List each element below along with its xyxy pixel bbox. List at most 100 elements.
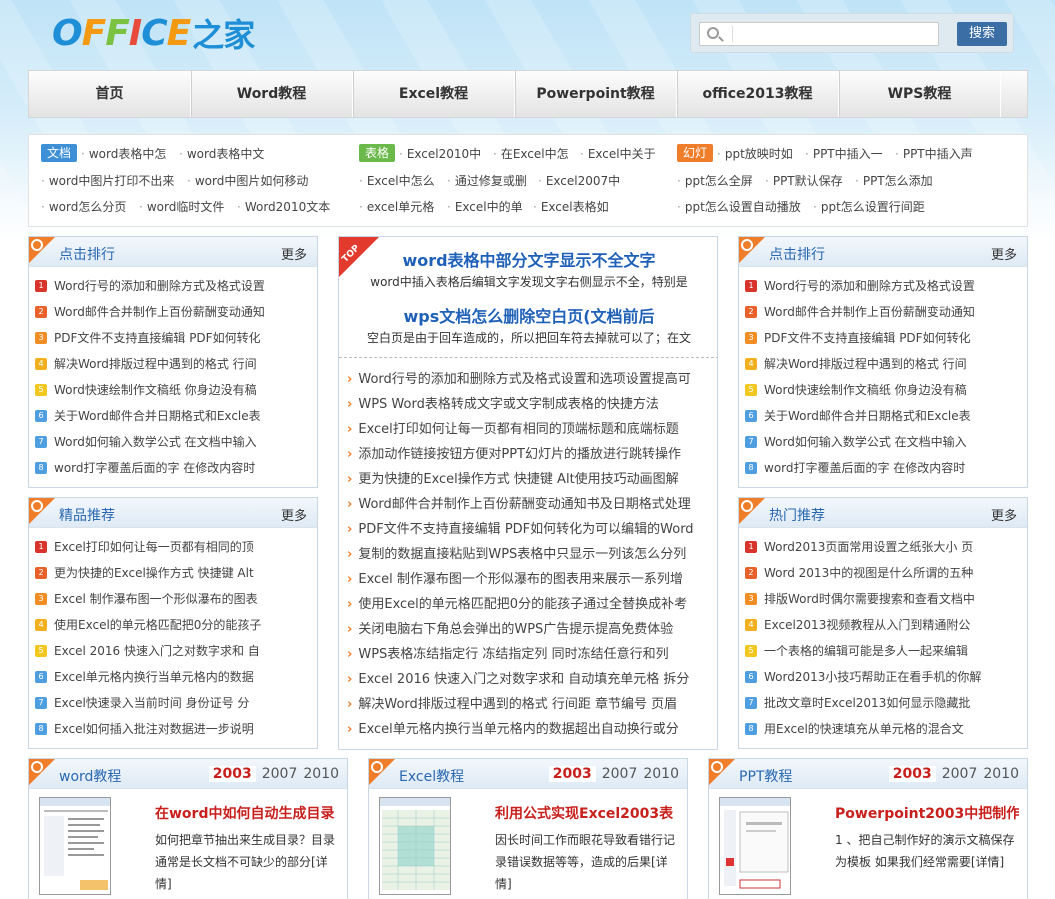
list-item[interactable]: 1 Word2013页面常用设置之纸张大小 页	[745, 534, 1027, 560]
list-item[interactable]: 1 Word行号的添加和删除方式及格式设置	[745, 273, 1027, 299]
tab-year[interactable]: 2007	[262, 766, 298, 782]
headline[interactable]: word表格中部分文字显示不全文字	[339, 247, 717, 271]
tag-link[interactable]: Excel2010中	[399, 145, 481, 162]
list-item[interactable]: 解决Word排版过程中遇到的格式 行间距 章节编号 页眉	[347, 692, 713, 717]
list-item[interactable]: 7 Excel快速录入当前时间 身份证号 分	[35, 690, 317, 716]
tag-link[interactable]: word中图片如何移动	[187, 172, 309, 189]
list-item[interactable]: 3 排版Word时偶尔需要搜索和查看文档中	[745, 586, 1027, 612]
article-title[interactable]: 利用公式实现Excel2003表	[495, 803, 679, 823]
list-item[interactable]: 6 Word2013小技巧帮助正在看手机的你解	[745, 664, 1027, 690]
list-item[interactable]: Excel单元格内换行当单元格内的数据超出自动换行或分	[347, 717, 713, 742]
list-item[interactable]: PDF文件不支持直接编辑 PDF如何转化为可以编辑的Word	[347, 517, 713, 542]
tag-link[interactable]: word怎么分页	[41, 198, 127, 215]
panel-title[interactable]: PPT教程	[739, 766, 792, 786]
more-link[interactable]: 更多	[991, 244, 1017, 263]
list-item[interactable]: 3 PDF文件不支持直接编辑 PDF如何转化	[745, 325, 1027, 351]
list-item[interactable]: WPS Word表格转成文字或文字制成表格的快捷方法	[347, 392, 713, 417]
list-item[interactable]: 7 Word如何输入数学公式 在文档中输入	[35, 429, 317, 455]
nav-office2013[interactable]: office2013教程	[677, 71, 839, 117]
tag-link[interactable]: Excel中的单	[447, 198, 523, 215]
list-item[interactable]: 8 word打字覆盖后面的字 在修改内容时	[745, 455, 1027, 481]
tag-link[interactable]: PPT怎么添加	[855, 172, 933, 189]
list-item[interactable]: Excel 2016 快速入门之对数字求和 自动填充单元格 拆分	[347, 667, 713, 692]
list-item[interactable]: 8 word打字覆盖后面的字 在修改内容时	[35, 455, 317, 481]
tab-year[interactable]: 2010	[983, 766, 1019, 782]
list-item[interactable]: 使用Excel的单元格匹配把0分的能孩子通过全替换成补考	[347, 592, 713, 617]
list-item[interactable]: 2 更为快捷的Excel操作方式 快捷键 Alt	[35, 560, 317, 586]
list-item[interactable]: 4 Excel2013视频教程从入门到精通附公	[745, 612, 1027, 638]
list-item[interactable]: 2 Word邮件合并制作上百份薪酬变动通知	[745, 299, 1027, 325]
list-item[interactable]: 4 解决Word排版过程中遇到的格式 行间	[35, 351, 317, 377]
tag-link[interactable]: ppt放映时如	[717, 145, 793, 162]
panel-title[interactable]: word教程	[59, 766, 121, 786]
list-item[interactable]: 3 PDF文件不支持直接编辑 PDF如何转化	[35, 325, 317, 351]
list-item[interactable]: 3 Excel 制作瀑布图一个形似瀑布的图表	[35, 586, 317, 612]
list-item[interactable]: Excel 制作瀑布图一个形似瀑布的图表用来展示一系列增	[347, 567, 713, 592]
list-item[interactable]: 4 解决Word排版过程中遇到的格式 行间	[745, 351, 1027, 377]
panel-title[interactable]: Excel教程	[399, 766, 464, 786]
tag-link[interactable]: PPT中插入声	[895, 145, 973, 162]
list-item[interactable]: 1 Word行号的添加和删除方式及格式设置	[35, 273, 317, 299]
tag-link[interactable]: word临时文件	[139, 198, 225, 215]
tag-link[interactable]: 在Excel中怎	[493, 145, 569, 162]
tab-year[interactable]: 2003	[888, 766, 936, 782]
tag-link[interactable]: PPT中插入一	[805, 145, 883, 162]
tag-link[interactable]: word中图片打印不出来	[41, 172, 175, 189]
tab-year[interactable]: 2003	[208, 766, 256, 782]
tab-year[interactable]: 2010	[303, 766, 339, 782]
search-button[interactable]: 搜索	[957, 22, 1007, 46]
tag-link[interactable]: ppt怎么设置行间距	[813, 198, 925, 215]
article-title[interactable]: 在word中如何自动生成目录	[155, 803, 339, 823]
tag-link[interactable]: 通过修复或删	[447, 172, 527, 189]
nav-excel[interactable]: Excel教程	[353, 71, 515, 117]
list-item[interactable]: 6 Excel单元格内换行当单元格内的数据	[35, 664, 317, 690]
search-input[interactable]	[699, 22, 939, 46]
list-item[interactable]: 复制的数据直接粘贴到WPS表格中只显示一列该怎么分列	[347, 542, 713, 567]
tab-year[interactable]: 2007	[942, 766, 978, 782]
badge-word[interactable]: 文档	[41, 144, 83, 162]
tab-year[interactable]: 2007	[602, 766, 638, 782]
list-item[interactable]: 5 一个表格的编辑可能是多人一起来编辑	[745, 638, 1027, 664]
list-item[interactable]: Excel打印如何让每一页都有相同的顶端标题和底端标题	[347, 417, 713, 442]
list-item[interactable]: 8 用Excel的快速填充从单元格的混合文	[745, 716, 1027, 742]
tag-link[interactable]: ppt怎么设置自动播放	[677, 198, 801, 215]
list-item[interactable]: 添加动作链接按钮方便对PPT幻灯片的播放进行跳转操作	[347, 442, 713, 467]
article-thumbnail[interactable]	[39, 797, 111, 895]
list-item[interactable]: 8 Excel如何插入批注对数据进一步说明	[35, 716, 317, 742]
tab-year[interactable]: 2010	[643, 766, 679, 782]
tag-link[interactable]: word表格中怎	[81, 145, 167, 162]
tag-link[interactable]: Word2010文本	[237, 198, 330, 215]
list-item[interactable]: 7 批改文章时Excel2013如何显示隐藏批	[745, 690, 1027, 716]
list-item[interactable]: 6 关于Word邮件合并日期格式和Excle表	[745, 403, 1027, 429]
list-item[interactable]: Word行号的添加和删除方式及格式设置和选项设置提高可	[347, 367, 713, 392]
list-item[interactable]: WPS表格冻结指定行 冻结指定列 同时冻结任意行和列	[347, 642, 713, 667]
nav-word[interactable]: Word教程	[191, 71, 353, 117]
list-item[interactable]: 5 Word快速绘制作文稿纸 你身边没有稿	[35, 377, 317, 403]
tag-link[interactable]: PPT默认保存	[765, 172, 843, 189]
list-item[interactable]: 更为快捷的Excel操作方式 快捷键 Alt使用技巧动画图解	[347, 467, 713, 492]
article-thumbnail[interactable]	[379, 797, 451, 895]
nav-home[interactable]: 首页	[29, 71, 191, 117]
tag-link[interactable]: Excel中关于	[580, 145, 656, 162]
list-item[interactable]: 5 Word快速绘制作文稿纸 你身边没有稿	[745, 377, 1027, 403]
list-item[interactable]: 6 关于Word邮件合并日期格式和Excle表	[35, 403, 317, 429]
list-item[interactable]: 2 Word邮件合并制作上百份薪酬变动通知	[35, 299, 317, 325]
tag-link[interactable]: Excel中怎么	[359, 172, 435, 189]
badge-ppt[interactable]: 幻灯	[677, 144, 719, 162]
site-logo[interactable]: O F F I C E 之家	[52, 10, 255, 56]
list-item[interactable]: 4 使用Excel的单元格匹配把0分的能孩子	[35, 612, 317, 638]
tag-link[interactable]: word表格中文	[179, 145, 265, 162]
list-item[interactable]: 2 Word 2013中的视图是什么所谓的五种	[745, 560, 1027, 586]
more-link[interactable]: 更多	[991, 505, 1017, 524]
tag-link[interactable]: Excel2007中	[538, 172, 620, 189]
tag-link[interactable]: Excel表格如	[533, 198, 609, 215]
article-thumbnail[interactable]	[719, 797, 791, 895]
list-item[interactable]: 5 Excel 2016 快速入门之对数字求和 自	[35, 638, 317, 664]
list-item[interactable]: 7 Word如何输入数学公式 在文档中输入	[745, 429, 1027, 455]
list-item[interactable]: 关闭电脑右下角总会弹出的WPS广告提示提高免费体验	[347, 617, 713, 642]
article-title[interactable]: Powerpoint2003中把制作	[835, 803, 1019, 823]
list-item[interactable]: 1 Excel打印如何让每一页都有相同的顶	[35, 534, 317, 560]
nav-wps[interactable]: WPS教程	[839, 71, 1001, 117]
more-link[interactable]: 更多	[281, 244, 307, 263]
list-item[interactable]: Word邮件合并制作上百份薪酬变动通知书及日期格式处理	[347, 492, 713, 517]
